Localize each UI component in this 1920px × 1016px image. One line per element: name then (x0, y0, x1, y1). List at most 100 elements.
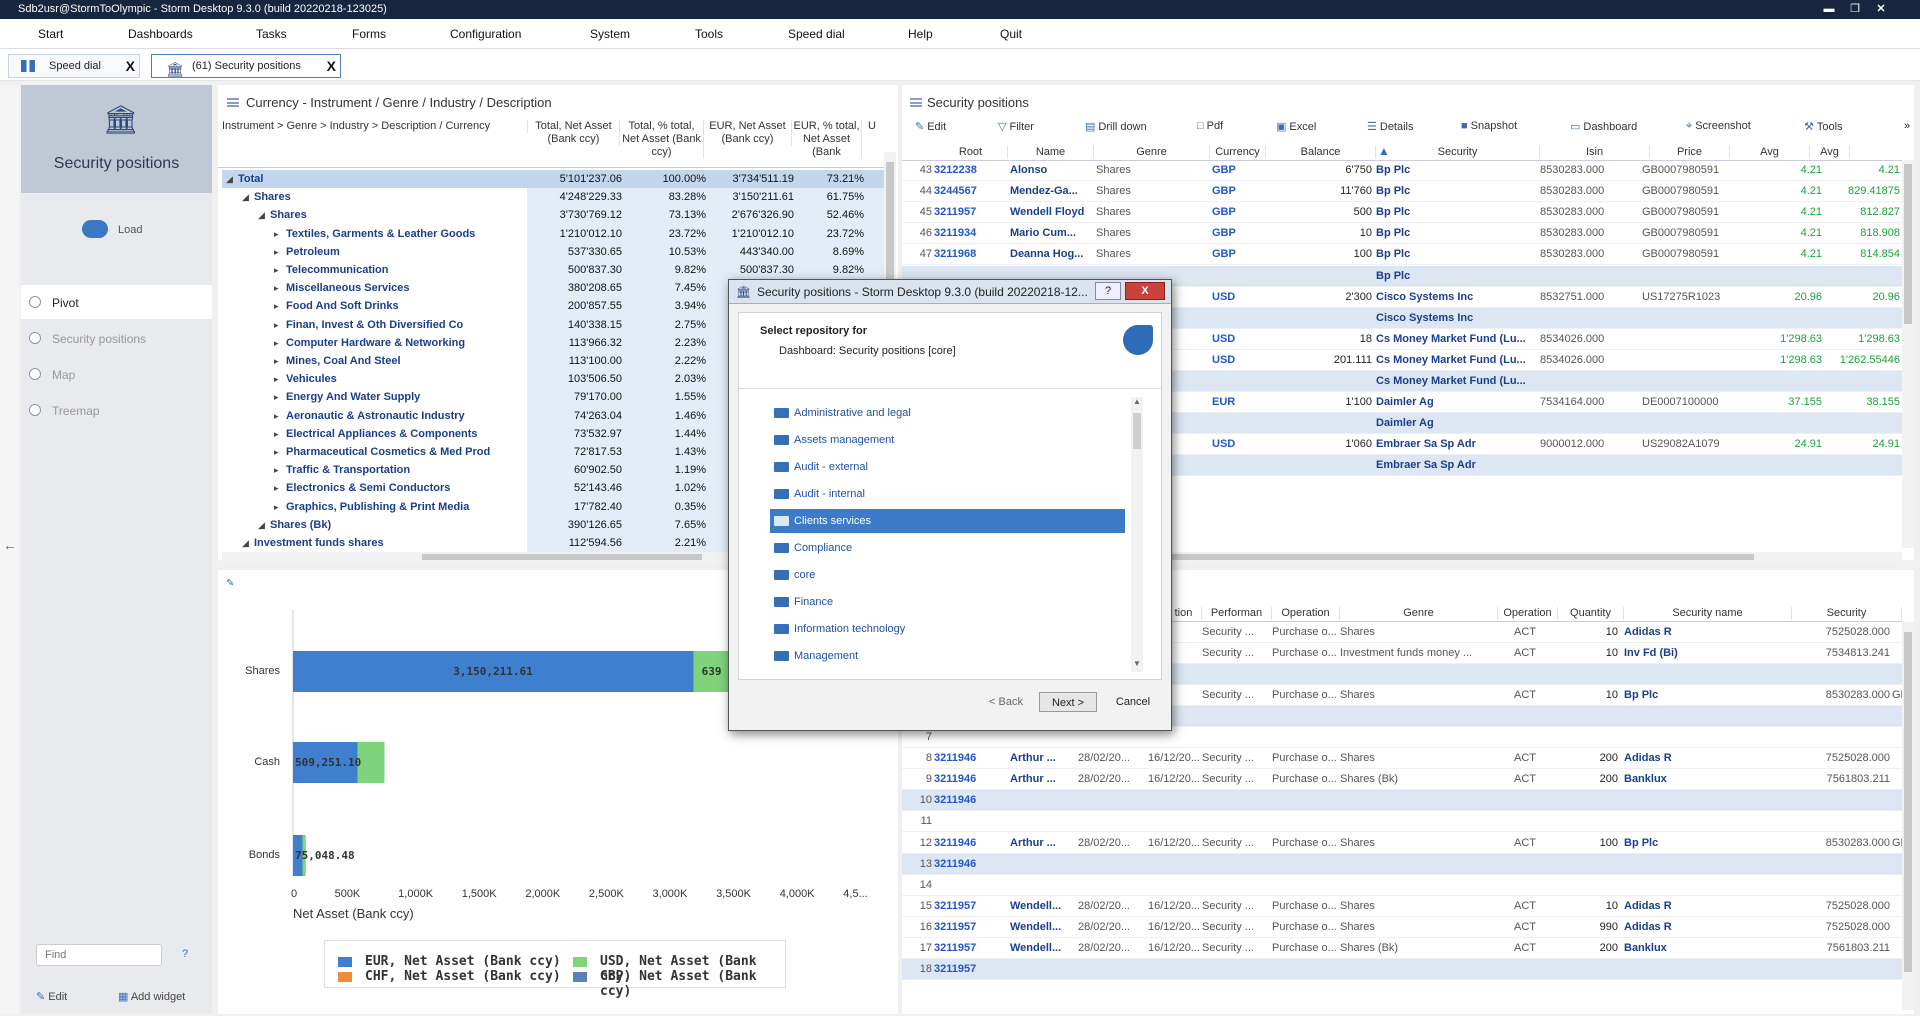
transactions-header[interactable]: Security (1792, 607, 1902, 620)
row-root[interactable]: 3211957 (934, 202, 1008, 223)
transaction-row[interactable]: 8 3211946 Arthur ... 28/02/20... 16/12/20...… (902, 748, 1902, 770)
transaction-row[interactable]: 14 (902, 875, 1902, 896)
toolbar-snapshot-button[interactable]: ■ Snapshot (1461, 120, 1517, 132)
toolbar-screenshot-button[interactable]: ⌖ Screenshot (1686, 120, 1751, 133)
toolbar-dashboard-button[interactable]: ▭ Dashboard (1570, 120, 1637, 133)
cancel-button[interactable]: Cancel (1107, 692, 1159, 712)
expand-arrow-icon[interactable]: ▸ (274, 316, 279, 334)
menu-icon[interactable] (227, 98, 239, 107)
positions-header[interactable]: Root (934, 146, 1008, 159)
expand-arrow-icon[interactable]: ▸ (274, 334, 279, 352)
pivot-header[interactable]: EUR, % total, Net Asset (Bank (792, 120, 862, 159)
pivot-row[interactable]: ▸ Petroleum 537'330.65 10.53% 443'340.00 8.69… (222, 243, 884, 261)
row-root[interactable]: 3211946 (934, 854, 1014, 875)
menu-help[interactable]: Help (908, 27, 933, 41)
expand-arrow-icon[interactable]: ▸ (274, 425, 279, 443)
arrow-left-icon[interactable]: ← (3, 537, 17, 553)
expand-arrow-icon[interactable]: ▸ (274, 498, 279, 516)
transaction-row[interactable]: 16 3211957 Wendell... 28/02/20... 16/12/20..… (902, 917, 1902, 938)
positions-row[interactable]: 43 3212238 Alonso Shares GBP 6'750 Bp Plc 85302… (902, 160, 1902, 181)
toolbar-tools-button[interactable]: ⚒ Tools (1804, 120, 1843, 133)
row-root[interactable]: 3211934 (934, 223, 1008, 244)
edit-button[interactable]: ✎ Edit (36, 990, 67, 1003)
transactions-header[interactable]: Operation (1272, 607, 1340, 620)
folder-assets-management[interactable]: Assets management (770, 428, 1125, 452)
expand-arrow-icon[interactable]: ▸ (274, 388, 279, 406)
expand-arrow-icon[interactable]: ▸ (274, 261, 279, 279)
sidebar-item-map[interactable]: Map (21, 357, 212, 391)
pivot-header[interactable]: EUR, Net Asset (Bank ccy) (704, 120, 792, 146)
edit-small-icon[interactable]: ✎ (226, 578, 234, 589)
pivot-row[interactable]: ◢ Shares 3'730'769.12 73.13% 2'676'326.90 52.… (222, 206, 884, 224)
positions-header[interactable]: Currency (1210, 146, 1266, 159)
pivot-header[interactable]: U (862, 120, 882, 133)
expand-arrow-icon[interactable]: ◢ (226, 170, 233, 188)
expand-arrow-icon[interactable]: ▸ (274, 370, 279, 388)
positions-vscroll[interactable] (1902, 160, 1914, 548)
close-window-icon[interactable]: ✕ (1870, 1, 1892, 17)
pivot-header[interactable]: Total, % total, Net Asset (Bank ccy) (620, 120, 704, 159)
row-root[interactable]: 3212238 (934, 160, 1008, 181)
expand-arrow-icon[interactable]: ▸ (274, 279, 279, 297)
scroll-thumb[interactable] (1154, 554, 1754, 560)
expand-arrow-icon[interactable]: ▸ (274, 479, 279, 497)
pivot-row[interactable]: ◢ Shares 4'248'229.33 83.28% 3'150'211.61 61.… (222, 188, 884, 206)
pivot-row[interactable]: ◢ Total 5'101'237.06 100.00% 3'734'511.19 73.… (222, 170, 884, 188)
sidebar-item-pivot[interactable]: Pivot (21, 285, 212, 319)
folder-administrative-and-legal[interactable]: Administrative and legal (770, 401, 1125, 425)
row-root[interactable]: 3211946 (934, 769, 1008, 790)
menu-start[interactable]: Start (38, 27, 63, 41)
folder-core[interactable]: core (770, 563, 1125, 587)
folder-audit-external[interactable]: Audit - external (770, 455, 1125, 479)
menu-tasks[interactable]: Tasks (256, 27, 287, 41)
transactions-header[interactable]: Operation (1498, 607, 1558, 620)
row-root[interactable]: 3211946 (934, 833, 1008, 854)
minimize-icon[interactable]: ▬ (1818, 1, 1840, 17)
menu-icon[interactable] (910, 98, 922, 107)
row-root[interactable]: 3211946 (934, 748, 1008, 769)
menu-quit[interactable]: Quit (1000, 27, 1022, 41)
expand-arrow-icon[interactable]: ◢ (258, 516, 265, 534)
menu-speed-dial[interactable]: Speed dial (788, 27, 845, 41)
menu-forms[interactable]: Forms (352, 27, 386, 41)
transaction-row[interactable]: 17 3211957 Wendell... 28/02/20... 16/12/20..… (902, 938, 1902, 959)
row-root[interactable]: 3244567 (934, 181, 1008, 202)
expand-arrow-icon[interactable]: ▸ (274, 243, 279, 261)
expand-arrow-icon[interactable]: ▸ (274, 352, 279, 370)
folder-finance[interactable]: Finance (770, 590, 1125, 614)
transactions-header[interactable]: Quantity (1558, 607, 1624, 620)
restore-icon[interactable]: ❐ (1844, 1, 1866, 17)
positions-header[interactable]: Price (1650, 146, 1730, 159)
row-root[interactable]: 3211957 (934, 959, 1014, 980)
find-input[interactable] (36, 944, 162, 966)
transaction-row[interactable]: 18 3211957 (902, 958, 1902, 980)
pivot-row[interactable]: ▸ Textiles, Garments & Leather Goods 1'210… (222, 225, 884, 243)
positions-header[interactable]: Avg (1810, 146, 1850, 159)
toolbar-more-icon[interactable]: » (1904, 120, 1910, 132)
expand-arrow-icon[interactable]: ▸ (274, 407, 279, 425)
toolbar-excel-button[interactable]: ▣ Excel (1276, 120, 1316, 133)
transaction-row[interactable]: 12 3211946 Arthur ... 28/02/20... 16/12/20..… (902, 833, 1904, 854)
row-root[interactable]: 3211968 (934, 244, 1008, 265)
positions-row[interactable]: 44 3244567 Mendez-Ga... Shares GBP 11'760 Bp P… (902, 181, 1902, 203)
pivot-row[interactable]: ▸ Telecommunication 500'837.30 9.82% 500'837… (222, 261, 884, 279)
dialog-help-button[interactable]: ? (1095, 282, 1121, 300)
row-root[interactable]: 3211957 (934, 896, 1008, 917)
transaction-row[interactable]: 9 3211946 Arthur ... 28/02/20... 16/12/20...… (902, 769, 1902, 791)
sort-asc-icon[interactable]: ▲ (1378, 144, 1390, 158)
positions-header[interactable]: Avg (1730, 146, 1810, 159)
collapse-strip[interactable]: ← (0, 85, 19, 1014)
load-button[interactable]: Load (82, 220, 142, 240)
bar-cash-1[interactable] (357, 742, 385, 783)
help-icon[interactable]: ? (182, 948, 188, 960)
transaction-row[interactable]: 11 (902, 811, 1902, 833)
expand-arrow-icon[interactable]: ▸ (274, 461, 279, 479)
toolbar-drill-down-button[interactable]: ▤ Drill down (1085, 120, 1147, 133)
folder-clients-services[interactable]: Clients services (770, 509, 1125, 533)
transactions-header[interactable]: Genre (1340, 607, 1498, 620)
positions-header[interactable]: Name (1008, 146, 1094, 159)
pivot-header[interactable]: Instrument > Genre > Industry > Descript… (222, 120, 528, 133)
row-root[interactable]: 3211957 (934, 938, 1008, 959)
sidebar-item-treemap[interactable]: Treemap (21, 393, 212, 427)
scroll-thumb[interactable] (422, 554, 702, 560)
